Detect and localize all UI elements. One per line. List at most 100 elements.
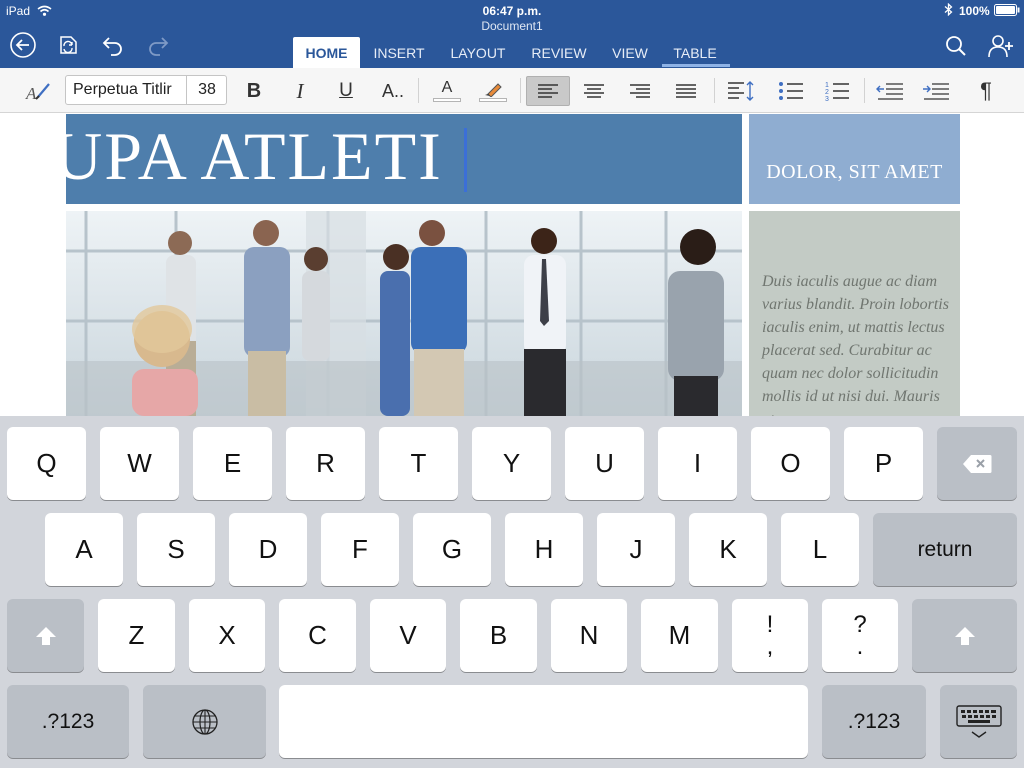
text-effects-button[interactable]: A.. (377, 76, 409, 106)
key-d[interactable]: D (229, 513, 307, 586)
key-b[interactable]: B (460, 599, 537, 672)
sidebar-body-text[interactable]: Duis iaculis augue ac diam varius blandi… (762, 270, 954, 416)
key-question-period[interactable]: ? . (822, 599, 898, 672)
file-sync-icon (60, 36, 77, 54)
tab-layout[interactable]: LAYOUT (444, 37, 512, 68)
numbers-key-left[interactable]: .?123 (7, 685, 129, 758)
shift-left-key[interactable] (7, 599, 84, 672)
highlighter-icon (485, 82, 502, 97)
key-exclamation-comma[interactable]: ! , (732, 599, 808, 672)
increase-indent-button[interactable] (920, 76, 952, 106)
delete-key[interactable] (937, 427, 1017, 500)
key-x[interactable]: X (189, 599, 265, 672)
decrease-indent-button[interactable] (874, 76, 906, 106)
key-n[interactable]: N (551, 599, 627, 672)
tab-home[interactable]: HOME (293, 37, 360, 68)
clock: 06:47 p.m. (482, 4, 542, 18)
key-h[interactable]: H (505, 513, 583, 586)
space-bar[interactable] (279, 685, 808, 758)
line-spacing-icon (728, 81, 754, 101)
tab-review[interactable]: REVIEW (525, 37, 593, 68)
show-formatting-button[interactable]: ¶ (970, 76, 1002, 106)
key-o[interactable]: O (751, 427, 830, 500)
battery-percent: 100% (959, 4, 990, 18)
highlight-color-swatch (479, 97, 507, 102)
add-person-icon (988, 35, 1013, 58)
numbers-key-right[interactable]: .?123 (822, 685, 926, 758)
key-k[interactable]: K (689, 513, 767, 586)
numbering-button[interactable]: 1 2 3 (821, 76, 853, 106)
tab-view[interactable]: VIEW (605, 37, 655, 68)
key-e[interactable]: E (193, 427, 272, 500)
key-j[interactable]: J (597, 513, 675, 586)
redo-button[interactable] (143, 30, 173, 60)
bluetooth-icon (944, 3, 953, 16)
key-i[interactable]: I (658, 427, 737, 500)
onscreen-keyboard: Q W E R T Y U I O P A S D F G H J K L re… (0, 416, 1024, 768)
tab-insert[interactable]: INSERT (366, 37, 432, 68)
battery-icon (994, 4, 1020, 16)
font-picker: Perpetua Titlir 38 (65, 75, 227, 105)
key-y[interactable]: Y (472, 427, 551, 500)
office-photo[interactable] (66, 211, 742, 416)
hide-keyboard-icon (955, 704, 1002, 738)
styles-button[interactable]: A (22, 76, 54, 106)
key-g[interactable]: G (413, 513, 491, 586)
font-size-field[interactable]: 38 (188, 76, 226, 104)
back-arrow-icon (10, 32, 36, 58)
font-color-label: A (441, 79, 453, 96)
underline-button[interactable]: U (330, 76, 362, 106)
key-v[interactable]: V (370, 599, 446, 672)
shift-right-key[interactable] (912, 599, 1017, 672)
font-name-field[interactable]: Perpetua Titlir (66, 76, 187, 104)
align-center-button[interactable] (578, 76, 610, 106)
key-m[interactable]: M (641, 599, 718, 672)
key-q[interactable]: Q (7, 427, 86, 500)
justify-icon (676, 84, 696, 98)
undo-button[interactable] (98, 30, 128, 60)
key-w[interactable]: W (100, 427, 179, 500)
font-color-button[interactable]: A (431, 76, 463, 106)
globe-key[interactable] (143, 685, 266, 758)
bold-button[interactable]: B (238, 76, 270, 106)
key-r[interactable]: R (286, 427, 365, 500)
key-c[interactable]: C (279, 599, 356, 672)
highlight-button[interactable] (477, 76, 509, 106)
align-left-icon (538, 84, 558, 98)
align-right-button[interactable] (624, 76, 656, 106)
key-f[interactable]: F (321, 513, 399, 586)
globe-icon (191, 708, 218, 735)
key-s[interactable]: S (137, 513, 215, 586)
table-tab-indicator (662, 64, 730, 67)
decrease-indent-icon (876, 83, 903, 100)
sync-button[interactable] (53, 30, 83, 60)
key-a[interactable]: A (45, 513, 123, 586)
return-key[interactable]: return (873, 513, 1017, 586)
justify-button[interactable] (670, 76, 702, 106)
shift-icon (35, 626, 56, 645)
dismiss-keyboard-key[interactable] (940, 685, 1017, 758)
svg-text:2: 2 (825, 89, 829, 96)
align-left-button[interactable] (526, 76, 570, 106)
bullets-button[interactable] (775, 76, 807, 106)
italic-button[interactable]: I (284, 76, 316, 106)
sidebar-textbox: Duis iaculis augue ac diam varius blandi… (749, 211, 960, 416)
side-title[interactable]: DOLOR, SIT AMET (749, 161, 960, 184)
key-t[interactable]: T (379, 427, 458, 500)
font-color-swatch (433, 98, 461, 102)
increase-indent-icon (923, 83, 949, 100)
side-banner (749, 114, 960, 204)
key-u[interactable]: U (565, 427, 644, 500)
search-button[interactable] (941, 31, 971, 61)
key-z[interactable]: Z (98, 599, 175, 672)
key-l[interactable]: L (781, 513, 859, 586)
shift-icon (954, 626, 975, 645)
share-button[interactable] (986, 31, 1016, 61)
back-button[interactable] (8, 30, 38, 60)
document-title[interactable]: AUPA ATLETI (2, 117, 443, 196)
undo-icon (102, 37, 122, 56)
svg-text:3: 3 (825, 96, 829, 102)
line-spacing-button[interactable] (725, 76, 757, 106)
key-p[interactable]: P (844, 427, 923, 500)
svg-text:A: A (25, 84, 37, 103)
